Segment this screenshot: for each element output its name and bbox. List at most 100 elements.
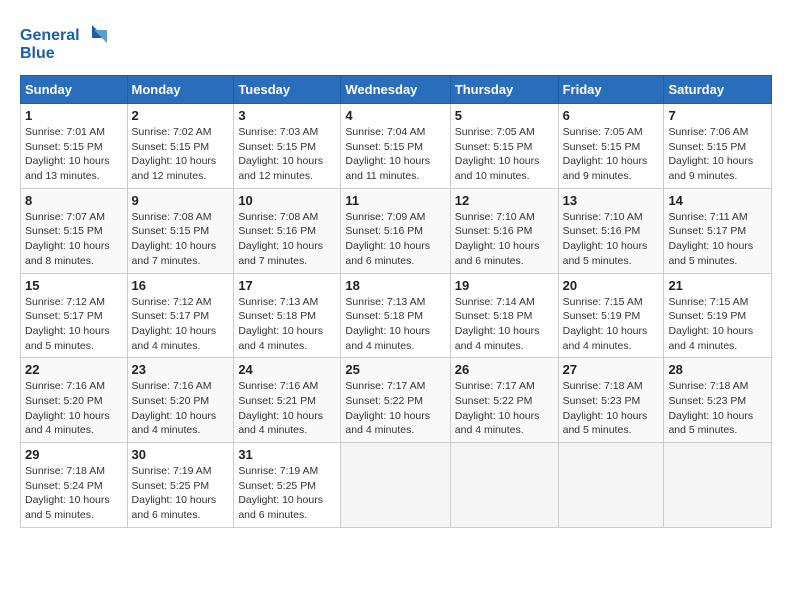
sunset-label: Sunset: 5:16 PM	[563, 225, 641, 237]
sunrise-label: Sunrise: 7:18 AM	[25, 465, 105, 477]
svg-text:General: General	[20, 27, 80, 44]
day-number: 31	[238, 447, 336, 462]
day-info: Sunrise: 7:06 AM Sunset: 5:15 PM Dayligh…	[668, 125, 767, 184]
daylight-label: Daylight: 10 hours	[238, 155, 323, 167]
calendar-week-row: 29 Sunrise: 7:18 AM Sunset: 5:24 PM Dayl…	[21, 443, 772, 528]
sunset-label: Sunset: 5:23 PM	[668, 395, 746, 407]
daylight-label: Daylight: 10 hours	[238, 410, 323, 422]
calendar-cell: 7 Sunrise: 7:06 AM Sunset: 5:15 PM Dayli…	[664, 104, 772, 189]
calendar-cell: 20 Sunrise: 7:15 AM Sunset: 5:19 PM Dayl…	[558, 273, 664, 358]
day-info: Sunrise: 7:05 AM Sunset: 5:15 PM Dayligh…	[563, 125, 660, 184]
sunrise-label: Sunrise: 7:19 AM	[132, 465, 212, 477]
day-number: 20	[563, 278, 660, 293]
sunset-label: Sunset: 5:15 PM	[132, 225, 210, 237]
day-info: Sunrise: 7:16 AM Sunset: 5:20 PM Dayligh…	[132, 379, 230, 438]
day-number: 27	[563, 362, 660, 377]
sunset-label: Sunset: 5:18 PM	[455, 310, 533, 322]
day-number: 15	[25, 278, 123, 293]
daylight-label: Daylight: 10 hours	[345, 240, 430, 252]
daylight-label: Daylight: 10 hours	[238, 325, 323, 337]
sunrise-label: Sunrise: 7:07 AM	[25, 211, 105, 223]
daylight-minutes: and 4 minutes.	[238, 340, 307, 352]
day-number: 28	[668, 362, 767, 377]
daylight-label: Daylight: 10 hours	[238, 240, 323, 252]
day-info: Sunrise: 7:17 AM Sunset: 5:22 PM Dayligh…	[345, 379, 445, 438]
sunrise-label: Sunrise: 7:08 AM	[132, 211, 212, 223]
calendar-cell: 19 Sunrise: 7:14 AM Sunset: 5:18 PM Dayl…	[450, 273, 558, 358]
day-info: Sunrise: 7:15 AM Sunset: 5:19 PM Dayligh…	[563, 295, 660, 354]
day-info: Sunrise: 7:16 AM Sunset: 5:21 PM Dayligh…	[238, 379, 336, 438]
daylight-label: Daylight: 10 hours	[132, 155, 217, 167]
daylight-minutes: and 5 minutes.	[563, 255, 632, 267]
sunset-label: Sunset: 5:15 PM	[668, 141, 746, 153]
day-info: Sunrise: 7:01 AM Sunset: 5:15 PM Dayligh…	[25, 125, 123, 184]
calendar-cell: 8 Sunrise: 7:07 AM Sunset: 5:15 PM Dayli…	[21, 188, 128, 273]
column-header-wednesday: Wednesday	[341, 76, 450, 104]
calendar-cell: 10 Sunrise: 7:08 AM Sunset: 5:16 PM Dayl…	[234, 188, 341, 273]
logo: General Blue	[20, 20, 110, 65]
daylight-label: Daylight: 10 hours	[25, 240, 110, 252]
calendar-cell: 14 Sunrise: 7:11 AM Sunset: 5:17 PM Dayl…	[664, 188, 772, 273]
sunrise-label: Sunrise: 7:18 AM	[668, 380, 748, 392]
sunrise-label: Sunrise: 7:10 AM	[455, 211, 535, 223]
calendar-cell: 1 Sunrise: 7:01 AM Sunset: 5:15 PM Dayli…	[21, 104, 128, 189]
sunset-label: Sunset: 5:15 PM	[455, 141, 533, 153]
daylight-minutes: and 7 minutes.	[238, 255, 307, 267]
svg-text:Blue: Blue	[20, 45, 55, 62]
calendar-cell: 26 Sunrise: 7:17 AM Sunset: 5:22 PM Dayl…	[450, 358, 558, 443]
sunrise-label: Sunrise: 7:17 AM	[345, 380, 425, 392]
daylight-minutes: and 4 minutes.	[132, 424, 201, 436]
calendar-cell: 11 Sunrise: 7:09 AM Sunset: 5:16 PM Dayl…	[341, 188, 450, 273]
sunset-label: Sunset: 5:22 PM	[345, 395, 423, 407]
calendar-cell: 16 Sunrise: 7:12 AM Sunset: 5:17 PM Dayl…	[127, 273, 234, 358]
calendar-cell: 28 Sunrise: 7:18 AM Sunset: 5:23 PM Dayl…	[664, 358, 772, 443]
sunrise-label: Sunrise: 7:08 AM	[238, 211, 318, 223]
day-number: 3	[238, 108, 336, 123]
daylight-minutes: and 6 minutes.	[345, 255, 414, 267]
sunset-label: Sunset: 5:20 PM	[25, 395, 103, 407]
day-number: 24	[238, 362, 336, 377]
daylight-label: Daylight: 10 hours	[563, 325, 648, 337]
day-info: Sunrise: 7:19 AM Sunset: 5:25 PM Dayligh…	[238, 464, 336, 523]
daylight-minutes: and 10 minutes.	[455, 170, 530, 182]
sunset-label: Sunset: 5:15 PM	[238, 141, 316, 153]
day-number: 16	[132, 278, 230, 293]
sunrise-label: Sunrise: 7:18 AM	[563, 380, 643, 392]
day-info: Sunrise: 7:02 AM Sunset: 5:15 PM Dayligh…	[132, 125, 230, 184]
day-number: 1	[25, 108, 123, 123]
daylight-label: Daylight: 10 hours	[25, 410, 110, 422]
day-number: 12	[455, 193, 554, 208]
daylight-label: Daylight: 10 hours	[563, 155, 648, 167]
day-info: Sunrise: 7:09 AM Sunset: 5:16 PM Dayligh…	[345, 210, 445, 269]
column-header-thursday: Thursday	[450, 76, 558, 104]
day-info: Sunrise: 7:10 AM Sunset: 5:16 PM Dayligh…	[563, 210, 660, 269]
calendar-header-row: SundayMondayTuesdayWednesdayThursdayFrid…	[21, 76, 772, 104]
daylight-label: Daylight: 10 hours	[132, 240, 217, 252]
daylight-label: Daylight: 10 hours	[668, 155, 753, 167]
daylight-minutes: and 9 minutes.	[668, 170, 737, 182]
sunrise-label: Sunrise: 7:10 AM	[563, 211, 643, 223]
calendar-cell: 3 Sunrise: 7:03 AM Sunset: 5:15 PM Dayli…	[234, 104, 341, 189]
calendar-cell: 4 Sunrise: 7:04 AM Sunset: 5:15 PM Dayli…	[341, 104, 450, 189]
daylight-label: Daylight: 10 hours	[455, 240, 540, 252]
daylight-label: Daylight: 10 hours	[455, 410, 540, 422]
sunrise-label: Sunrise: 7:02 AM	[132, 126, 212, 138]
sunrise-label: Sunrise: 7:05 AM	[455, 126, 535, 138]
day-number: 23	[132, 362, 230, 377]
day-number: 7	[668, 108, 767, 123]
calendar-cell: 5 Sunrise: 7:05 AM Sunset: 5:15 PM Dayli…	[450, 104, 558, 189]
daylight-minutes: and 4 minutes.	[668, 340, 737, 352]
sunrise-label: Sunrise: 7:16 AM	[132, 380, 212, 392]
calendar-week-row: 8 Sunrise: 7:07 AM Sunset: 5:15 PM Dayli…	[21, 188, 772, 273]
calendar-cell: 18 Sunrise: 7:13 AM Sunset: 5:18 PM Dayl…	[341, 273, 450, 358]
day-number: 10	[238, 193, 336, 208]
sunset-label: Sunset: 5:23 PM	[563, 395, 641, 407]
calendar-week-row: 15 Sunrise: 7:12 AM Sunset: 5:17 PM Dayl…	[21, 273, 772, 358]
daylight-minutes: and 4 minutes.	[345, 424, 414, 436]
sunset-label: Sunset: 5:21 PM	[238, 395, 316, 407]
sunset-label: Sunset: 5:19 PM	[668, 310, 746, 322]
day-number: 26	[455, 362, 554, 377]
day-number: 2	[132, 108, 230, 123]
sunset-label: Sunset: 5:15 PM	[132, 141, 210, 153]
calendar-cell: 30 Sunrise: 7:19 AM Sunset: 5:25 PM Dayl…	[127, 443, 234, 528]
